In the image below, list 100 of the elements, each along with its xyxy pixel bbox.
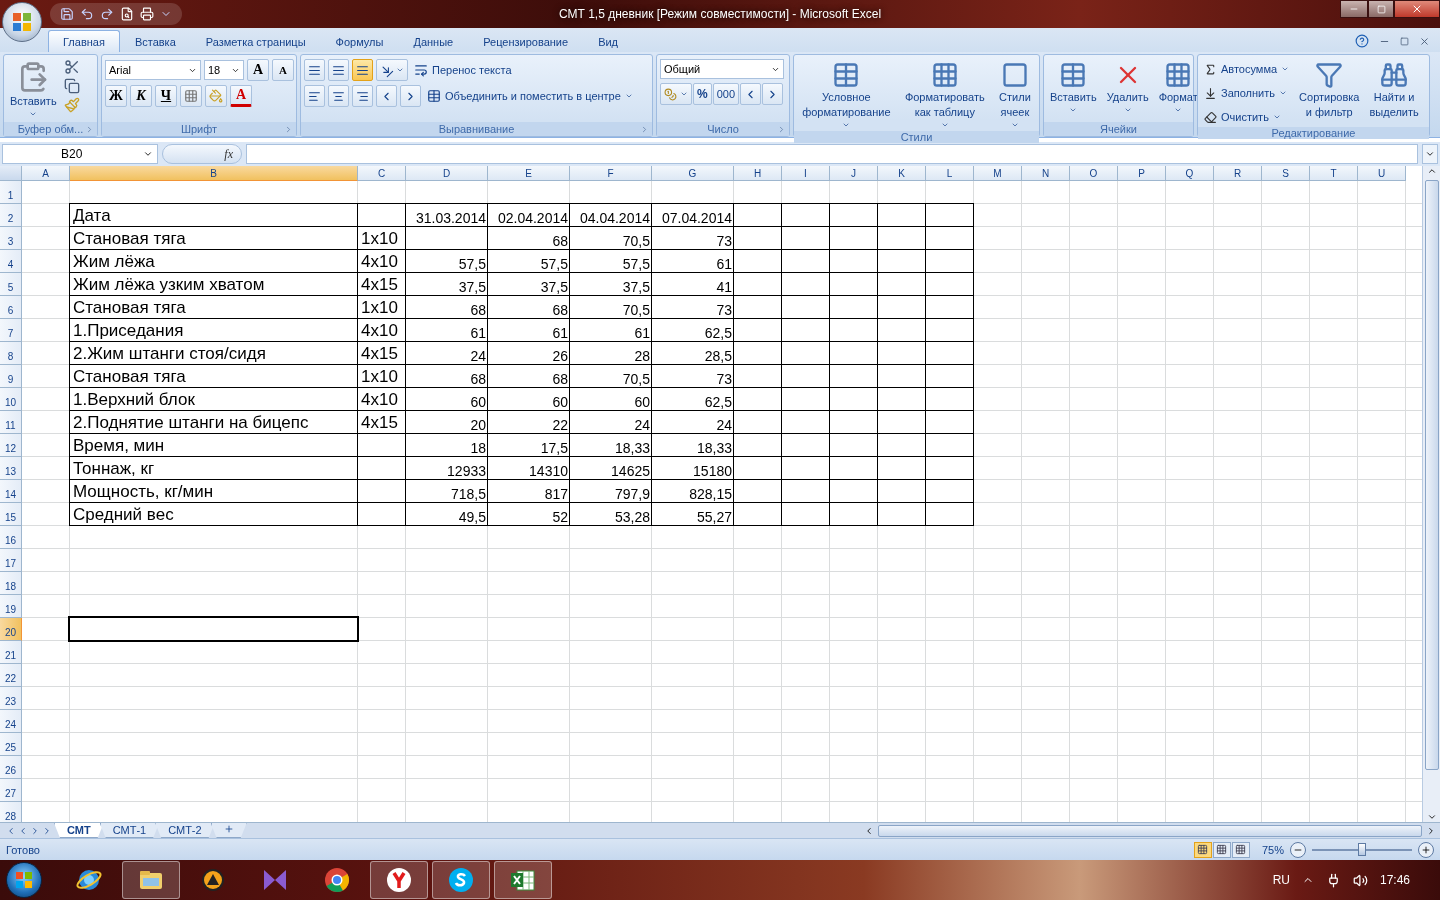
column-header[interactable]: C xyxy=(358,166,406,181)
first-sheet-icon[interactable] xyxy=(6,825,16,836)
zoom-in-button[interactable] xyxy=(1418,841,1434,858)
conditional-format-button[interactable]: Условное форматирование xyxy=(799,59,894,131)
row-header[interactable]: 9 xyxy=(0,365,22,388)
column-header[interactable]: L xyxy=(926,166,974,181)
column-header[interactable]: O xyxy=(1070,166,1118,181)
column-header[interactable]: B xyxy=(70,166,358,181)
increase-indent-button[interactable] xyxy=(400,85,421,107)
percent-button[interactable]: % xyxy=(693,83,712,105)
align-right-button[interactable] xyxy=(352,85,373,107)
formula-field[interactable] xyxy=(246,144,1418,164)
column-header[interactable]: N xyxy=(1022,166,1070,181)
shrink-font-button[interactable]: A xyxy=(272,59,294,81)
column-header[interactable]: D xyxy=(406,166,488,181)
row-header[interactable]: 21 xyxy=(0,641,22,664)
underline-button[interactable]: Ч xyxy=(155,85,177,107)
cut-icon[interactable] xyxy=(63,59,80,75)
thousands-button[interactable]: 000 xyxy=(712,83,740,105)
align-left-button[interactable] xyxy=(304,85,325,107)
row-header[interactable]: 7 xyxy=(0,319,22,342)
row-header[interactable]: 13 xyxy=(0,457,22,480)
row-header[interactable]: 26 xyxy=(0,756,22,779)
row-header[interactable]: 25 xyxy=(0,733,22,756)
sort-filter-button[interactable]: Сортировка и фильтр xyxy=(1296,59,1363,121)
column-header[interactable]: J xyxy=(830,166,878,181)
ribbon-tab[interactable]: Формулы xyxy=(320,30,399,52)
borders-button[interactable] xyxy=(180,85,202,107)
paste-button[interactable]: Вставить xyxy=(7,59,60,120)
column-header[interactable]: G xyxy=(652,166,734,181)
row-header[interactable]: 12 xyxy=(0,434,22,457)
clock[interactable]: 17:46 xyxy=(1379,873,1410,887)
view-button[interactable] xyxy=(1193,841,1212,858)
minimize-button[interactable] xyxy=(1340,0,1368,18)
print-preview-icon[interactable] xyxy=(120,7,134,21)
column-header[interactable]: T xyxy=(1310,166,1358,181)
name-box[interactable]: B20 xyxy=(2,144,158,164)
column-header[interactable]: U xyxy=(1358,166,1406,181)
wrap-text-button[interactable]: Перенос текста xyxy=(411,60,515,80)
fill-color-button[interactable] xyxy=(205,85,227,107)
column-header[interactable]: K xyxy=(878,166,926,181)
row-header[interactable]: 19 xyxy=(0,595,22,618)
row-header[interactable]: 28 xyxy=(0,802,22,822)
italic-button[interactable]: К xyxy=(130,85,152,107)
next-sheet-icon[interactable] xyxy=(30,825,40,836)
previous-sheet-icon[interactable] xyxy=(18,825,28,836)
row-header[interactable]: 2 xyxy=(0,204,22,227)
row-header[interactable]: 5 xyxy=(0,273,22,296)
number-format-field[interactable]: Общий xyxy=(660,59,784,79)
grow-font-button[interactable]: A xyxy=(247,59,269,81)
row-header[interactable]: 23 xyxy=(0,687,22,710)
close-button[interactable] xyxy=(1394,0,1440,18)
editing-button[interactable]: Автосумма xyxy=(1201,59,1293,79)
decrease-decimal-button[interactable] xyxy=(762,83,784,105)
maximize-button[interactable] xyxy=(1368,0,1394,18)
row-header[interactable]: 27 xyxy=(0,779,22,802)
editing-button[interactable]: Заполнить xyxy=(1201,83,1293,103)
taskbar-app[interactable] xyxy=(370,861,428,899)
column-header[interactable]: Q xyxy=(1166,166,1214,181)
copy-icon[interactable] xyxy=(63,78,80,94)
sheet-tab[interactable]: СМТ-2 xyxy=(155,823,215,838)
column-header[interactable]: A xyxy=(22,166,70,181)
row-header[interactable]: 24 xyxy=(0,710,22,733)
ribbon-tab[interactable]: Главная xyxy=(48,30,120,52)
column-header[interactable]: H xyxy=(734,166,782,181)
currency-button[interactable] xyxy=(660,83,692,105)
column-header[interactable]: M xyxy=(974,166,1022,181)
row-header[interactable]: 20 xyxy=(0,618,22,641)
volume-icon[interactable] xyxy=(1352,872,1368,888)
save-icon[interactable] xyxy=(60,7,74,21)
vertical-scrollbar[interactable] xyxy=(1422,166,1440,822)
row-header[interactable]: 8 xyxy=(0,342,22,365)
zoom-out-button[interactable] xyxy=(1290,841,1306,858)
align-center-button[interactable] xyxy=(328,85,349,107)
column-header[interactable]: F xyxy=(570,166,652,181)
redo-icon[interactable] xyxy=(100,7,114,21)
editing-button[interactable]: Очистить xyxy=(1201,107,1293,127)
font-field[interactable]: Arial xyxy=(105,60,201,80)
taskbar-app[interactable] xyxy=(122,861,180,899)
font-size-field[interactable]: 18 xyxy=(204,60,244,80)
format-table-button[interactable]: Форматировать как таблицу xyxy=(901,59,988,131)
selected-cell[interactable] xyxy=(68,616,359,642)
column-header[interactable]: S xyxy=(1262,166,1310,181)
row-header[interactable]: 6 xyxy=(0,296,22,319)
row-header[interactable]: 14 xyxy=(0,480,22,503)
merge-button[interactable]: Объединить и поместить в центре xyxy=(424,86,636,106)
row-header[interactable]: 3 xyxy=(0,227,22,250)
row-header[interactable]: 15 xyxy=(0,503,22,526)
insert-button[interactable]: Вставить xyxy=(1047,59,1100,116)
start-button[interactable] xyxy=(6,862,42,898)
row-header[interactable]: 17 xyxy=(0,549,22,572)
sheet-tab[interactable]: СМТ xyxy=(54,823,104,838)
column-header[interactable]: P xyxy=(1118,166,1166,181)
format-button[interactable]: Формат xyxy=(1155,59,1201,116)
office-button[interactable] xyxy=(2,2,42,42)
increase-decimal-button[interactable] xyxy=(740,83,762,105)
font-color-button[interactable]: A xyxy=(230,85,252,107)
zoom-thumb[interactable] xyxy=(1358,843,1366,856)
row-header[interactable]: 10 xyxy=(0,388,22,411)
row-header[interactable]: 18 xyxy=(0,572,22,595)
